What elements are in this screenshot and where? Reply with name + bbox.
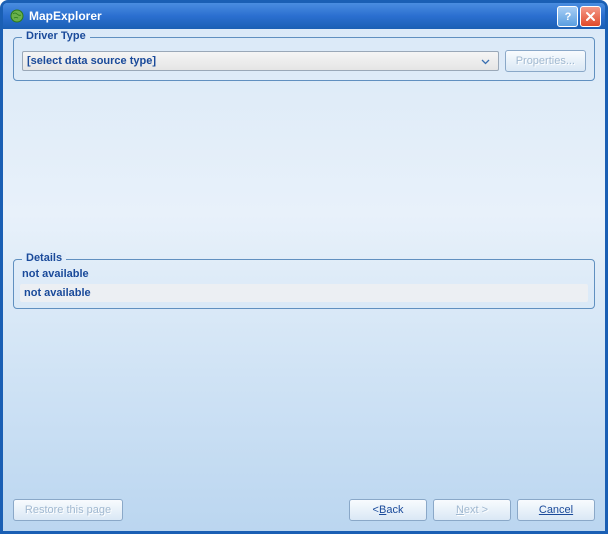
titlebar-buttons: ?: [557, 6, 601, 27]
window-title: MapExplorer: [29, 9, 557, 23]
close-button[interactable]: [580, 6, 601, 27]
help-button[interactable]: ?: [557, 6, 578, 27]
driver-type-group: Driver Type [select data source type] Pr…: [13, 37, 595, 81]
back-mnemonic: B: [379, 504, 386, 516]
properties-button: Properties...: [505, 50, 586, 72]
chevron-down-icon: [478, 53, 494, 69]
spacer: [13, 309, 595, 489]
cancel-label: Cancel: [539, 504, 573, 516]
details-line-2: not available: [20, 284, 588, 302]
back-rest: ack: [386, 504, 403, 516]
driver-row: [select data source type] Properties...: [22, 50, 586, 72]
empty-region: [13, 87, 595, 255]
driver-type-selected: [select data source type]: [27, 55, 478, 67]
app-icon: [9, 8, 25, 24]
driver-type-select[interactable]: [select data source type]: [22, 51, 499, 71]
details-line-1: not available: [20, 268, 588, 284]
cancel-button[interactable]: Cancel: [517, 499, 595, 521]
content-area: Driver Type [select data source type] Pr…: [3, 29, 605, 489]
titlebar[interactable]: MapExplorer ?: [3, 3, 605, 29]
footer: Restore this page < Back Next > Cancel: [3, 489, 605, 531]
details-group: Details not available not available: [13, 259, 595, 309]
svg-text:?: ?: [564, 11, 571, 22]
details-legend: Details: [22, 252, 66, 264]
next-mnemonic: N: [456, 504, 464, 516]
next-rest: ext >: [464, 504, 488, 516]
driver-type-legend: Driver Type: [22, 30, 90, 42]
dialog-window: MapExplorer ? Driver Type [select data s…: [0, 0, 608, 534]
back-button[interactable]: < Back: [349, 499, 427, 521]
next-button: Next >: [433, 499, 511, 521]
restore-page-button: Restore this page: [13, 499, 123, 521]
